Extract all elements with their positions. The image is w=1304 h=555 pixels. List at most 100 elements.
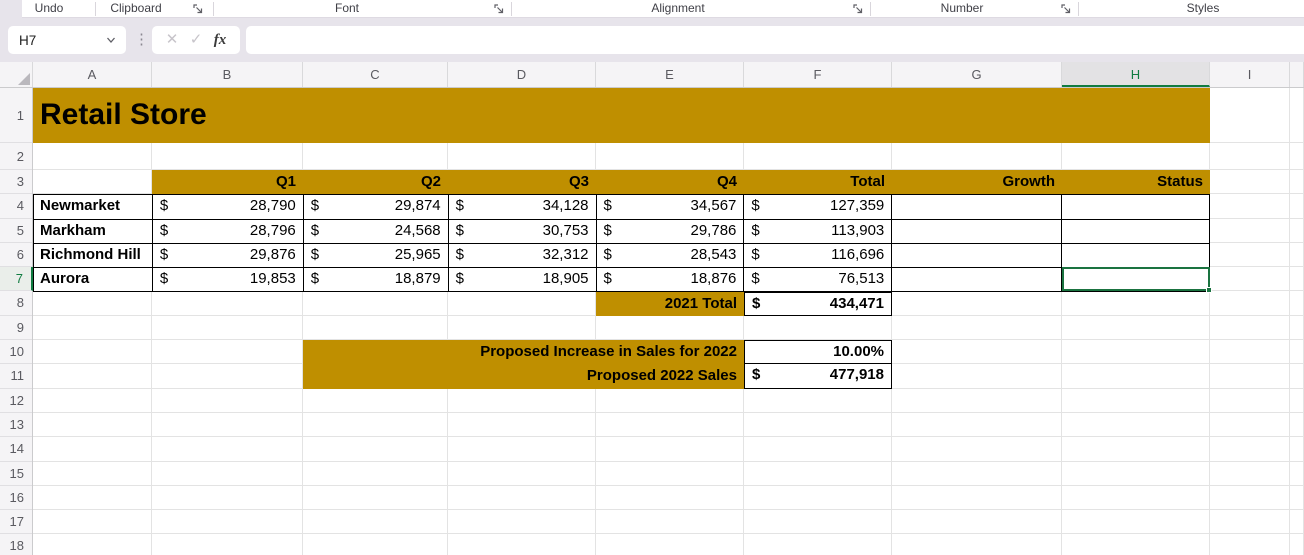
alignment-dialog-launcher-icon[interactable] [852, 3, 864, 15]
cell-C14[interactable] [303, 437, 448, 462]
cell-G18[interactable] [892, 534, 1062, 555]
row-header-13[interactable]: 13 [0, 413, 32, 438]
cell-A13[interactable] [33, 412, 152, 438]
cell-B2[interactable] [152, 143, 303, 170]
cell-H5[interactable] [1062, 219, 1210, 244]
row-header-12[interactable]: 12 [0, 389, 32, 413]
cell-A14[interactable] [33, 437, 152, 462]
cell-stub-18[interactable] [1290, 534, 1304, 555]
cell-I13[interactable] [1210, 412, 1290, 438]
cell-E4[interactable]: $34,567 [596, 195, 745, 220]
cell-stub-13[interactable] [1290, 412, 1304, 438]
cell-I3[interactable] [1210, 170, 1290, 195]
cell-C4[interactable]: $29,874 [303, 195, 449, 220]
cell-I10[interactable] [1210, 340, 1290, 365]
cell-G5[interactable] [892, 219, 1063, 244]
cell-C2[interactable] [303, 143, 448, 170]
cell-G17[interactable] [892, 510, 1062, 535]
cell-F14[interactable] [744, 437, 892, 462]
header-total[interactable]: Total [744, 170, 892, 195]
cell-H6[interactable] [1062, 243, 1210, 269]
formula-bar-drag-handle-icon[interactable]: ⋮ [134, 26, 149, 54]
cell-G15[interactable] [892, 461, 1062, 486]
row-header-18[interactable]: 18 [0, 534, 32, 555]
cell-G10[interactable] [892, 340, 1062, 365]
name-box-chevron-down-icon[interactable] [105, 34, 117, 49]
cell-G2[interactable] [892, 143, 1062, 170]
cell-B8[interactable] [152, 291, 303, 316]
cell-stub-4[interactable] [1290, 194, 1304, 219]
cell-D6[interactable]: $32,312 [448, 243, 597, 269]
cell-B14[interactable] [152, 437, 303, 462]
column-header-I[interactable]: I [1210, 62, 1290, 87]
cell-A6[interactable]: Richmond Hill [34, 243, 153, 269]
cell-F4[interactable]: $127,359 [744, 195, 893, 220]
cell-D8[interactable] [448, 291, 596, 316]
cell-E5[interactable]: $29,786 [596, 219, 745, 244]
cell-2021-total-value[interactable]: $434,471 [744, 291, 892, 316]
cell-F5[interactable]: $113,903 [744, 219, 893, 244]
cell-B12[interactable] [152, 388, 303, 413]
cell-G7[interactable] [892, 268, 1063, 293]
cell-proposed-increase-label[interactable]: Proposed Increase in Sales for 2022 [303, 340, 744, 365]
cell-stub-17[interactable] [1290, 510, 1304, 535]
font-dialog-launcher-icon[interactable] [493, 3, 505, 15]
cell-stub-1[interactable] [1290, 88, 1304, 143]
cell-I18[interactable] [1210, 534, 1290, 555]
cell-stub-5[interactable] [1290, 218, 1304, 243]
cell-A15[interactable] [33, 461, 152, 486]
cell-F13[interactable] [744, 412, 892, 438]
header-q3[interactable]: Q3 [448, 170, 596, 195]
cell-C17[interactable] [303, 510, 448, 535]
cell-B13[interactable] [152, 412, 303, 438]
cell-A12[interactable] [33, 388, 152, 413]
row-header-3[interactable]: 3 [0, 170, 32, 195]
cell-H14[interactable] [1062, 437, 1210, 462]
selected-cell-H7[interactable] [1062, 267, 1212, 294]
cell-A2[interactable] [33, 143, 152, 170]
row-header-4[interactable]: 4 [0, 194, 32, 219]
column-header-stub[interactable] [1290, 62, 1304, 87]
cell-D14[interactable] [448, 437, 596, 462]
cell-E18[interactable] [596, 534, 744, 555]
cell-B16[interactable] [152, 485, 303, 511]
cell-A3[interactable] [33, 170, 152, 195]
cell-G16[interactable] [892, 485, 1062, 511]
insert-function-icon[interactable]: fx [214, 32, 227, 49]
cell-H17[interactable] [1062, 510, 1210, 535]
cell-I11[interactable] [1210, 364, 1290, 389]
cell-H9[interactable] [1062, 315, 1210, 341]
cell-A9[interactable] [33, 315, 152, 341]
cell-H2[interactable] [1062, 143, 1210, 170]
cell-C7[interactable]: $18,879 [303, 268, 449, 293]
cell-F6[interactable]: $116,696 [744, 243, 893, 269]
cell-D12[interactable] [448, 388, 596, 413]
cell-H8[interactable] [1062, 291, 1210, 316]
cell-stub-3[interactable] [1290, 170, 1304, 195]
cell-E17[interactable] [596, 510, 744, 535]
cell-A17[interactable] [33, 510, 152, 535]
cell-C16[interactable] [303, 485, 448, 511]
cell-I2[interactable] [1210, 143, 1290, 170]
row-header-15[interactable]: 15 [0, 462, 32, 486]
cell-H18[interactable] [1062, 534, 1210, 555]
cell-stub-11[interactable] [1290, 364, 1304, 389]
cell-B18[interactable] [152, 534, 303, 555]
clipboard-dialog-launcher-icon[interactable] [192, 3, 204, 15]
cell-I6[interactable] [1210, 242, 1290, 268]
cell-B17[interactable] [152, 510, 303, 535]
cell-2021-total-label[interactable]: 2021 Total [596, 291, 744, 316]
cell-A18[interactable] [33, 534, 152, 555]
cell-C8[interactable] [303, 291, 448, 316]
cell-D13[interactable] [448, 412, 596, 438]
cell-I17[interactable] [1210, 510, 1290, 535]
cell-B15[interactable] [152, 461, 303, 486]
cell-stub-8[interactable] [1290, 291, 1304, 316]
cell-A4[interactable]: Newmarket [34, 195, 153, 220]
cell-G4[interactable] [892, 195, 1063, 220]
column-header-F[interactable]: F [744, 62, 892, 87]
column-header-C[interactable]: C [303, 62, 448, 87]
select-all-button[interactable] [0, 62, 33, 87]
cell-I4[interactable] [1210, 194, 1290, 219]
row-header-10[interactable]: 10 [0, 340, 32, 365]
